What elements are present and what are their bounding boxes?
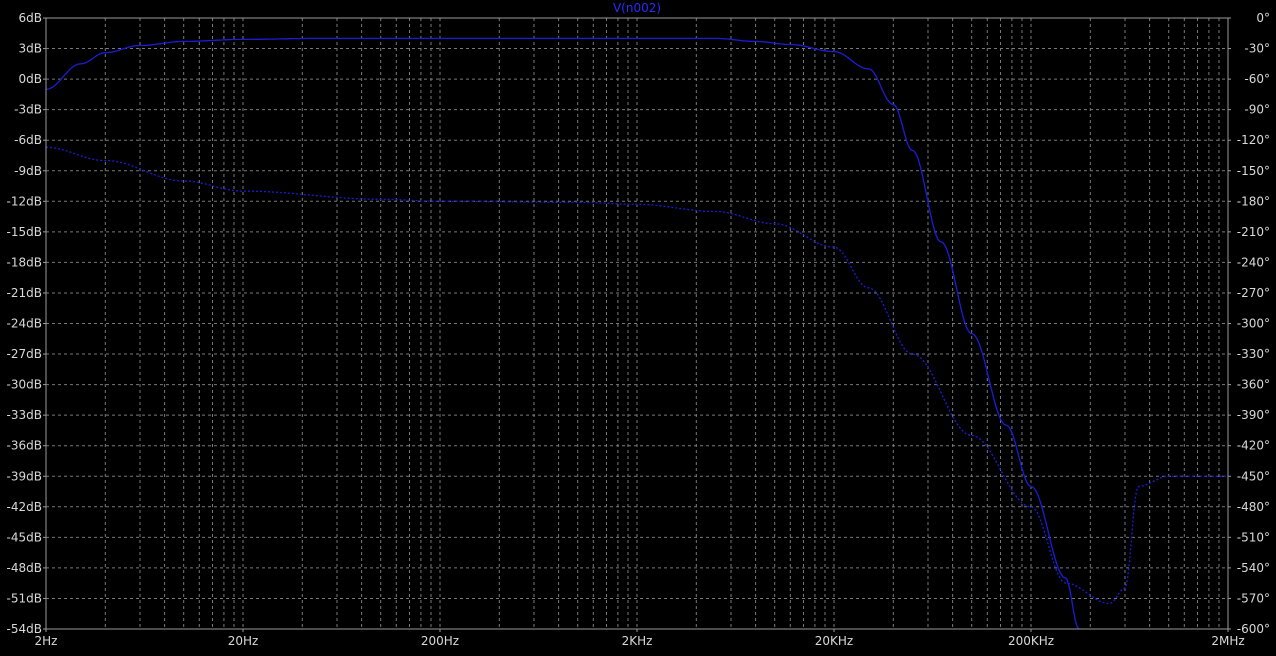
chart-title: V(n002) — [613, 1, 661, 15]
x-tick-label: 200KHz — [1008, 634, 1054, 648]
y-right-tick-label: -540° — [1237, 561, 1270, 575]
x-tick-label: 20Hz — [228, 634, 259, 648]
y-right-tick-label: -450° — [1237, 469, 1270, 483]
y-right-tick-label: -360° — [1237, 378, 1270, 392]
y-right-tick-label: -30° — [1244, 42, 1270, 56]
y-left-tick-label: -9dB — [14, 164, 42, 178]
x-tick-label: 200Hz — [421, 634, 459, 648]
y-left-tick-label: -33dB — [7, 408, 42, 422]
y-left-tick-label: -36dB — [7, 439, 42, 453]
y-left-tick-label: 0dB — [19, 72, 42, 86]
y-right-tick-label: -390° — [1237, 408, 1270, 422]
y-left-tick-label: -15dB — [7, 225, 42, 239]
y-right-tick-label: -420° — [1237, 439, 1270, 453]
y-left-tick-label: -39dB — [7, 469, 42, 483]
y-right-tick-label: -270° — [1237, 286, 1270, 300]
y-left-tick-label: -45dB — [7, 530, 42, 544]
y-right-tick-label: -510° — [1237, 530, 1270, 544]
y-right-tick-label: 0° — [1256, 11, 1270, 25]
y-left-tick-label: -12dB — [7, 194, 42, 208]
y-right-tick-label: -90° — [1244, 103, 1270, 117]
x-tick-label: 2MHz — [1211, 634, 1244, 648]
y-left-tick-label: -48dB — [7, 561, 42, 575]
y-left-tick-label: -24dB — [7, 317, 42, 331]
y-left-tick-label: 3dB — [19, 42, 42, 56]
y-left-tick-label: -27dB — [7, 347, 42, 361]
y-left-tick-label: -18dB — [7, 255, 42, 269]
y-right-tick-label: -210° — [1237, 225, 1270, 239]
y-left-tick-label: -6dB — [14, 133, 42, 147]
y-right-tick-label: -480° — [1237, 500, 1270, 514]
plot-background — [0, 0, 1276, 656]
y-left-tick-label: -51dB — [7, 591, 42, 605]
y-right-tick-label: -300° — [1237, 317, 1270, 331]
x-tick-label: 20KHz — [815, 634, 853, 648]
y-left-tick-label: -42dB — [7, 500, 42, 514]
y-left-tick-label: 6dB — [19, 11, 42, 25]
y-left-tick-label: -21dB — [7, 286, 42, 300]
y-right-tick-label: -330° — [1237, 347, 1270, 361]
x-tick-label: 2KHz — [622, 634, 653, 648]
x-tick-label: 2Hz — [35, 634, 58, 648]
y-left-tick-label: -30dB — [7, 378, 42, 392]
y-right-tick-label: -570° — [1237, 591, 1270, 605]
bode-plot: 6dB 3dB 0dB -3dB -6dB -9dB -12dB -15dB -18dB -21d… — [0, 0, 1276, 656]
y-right-tick-label: -120° — [1237, 133, 1270, 147]
y-right-tick-label: -180° — [1237, 194, 1270, 208]
y-left-tick-label: -3dB — [14, 103, 42, 117]
y-right-tick-label: -60° — [1244, 72, 1270, 86]
y-right-tick-label: -240° — [1237, 255, 1270, 269]
y-right-tick-label: -150° — [1237, 164, 1270, 178]
